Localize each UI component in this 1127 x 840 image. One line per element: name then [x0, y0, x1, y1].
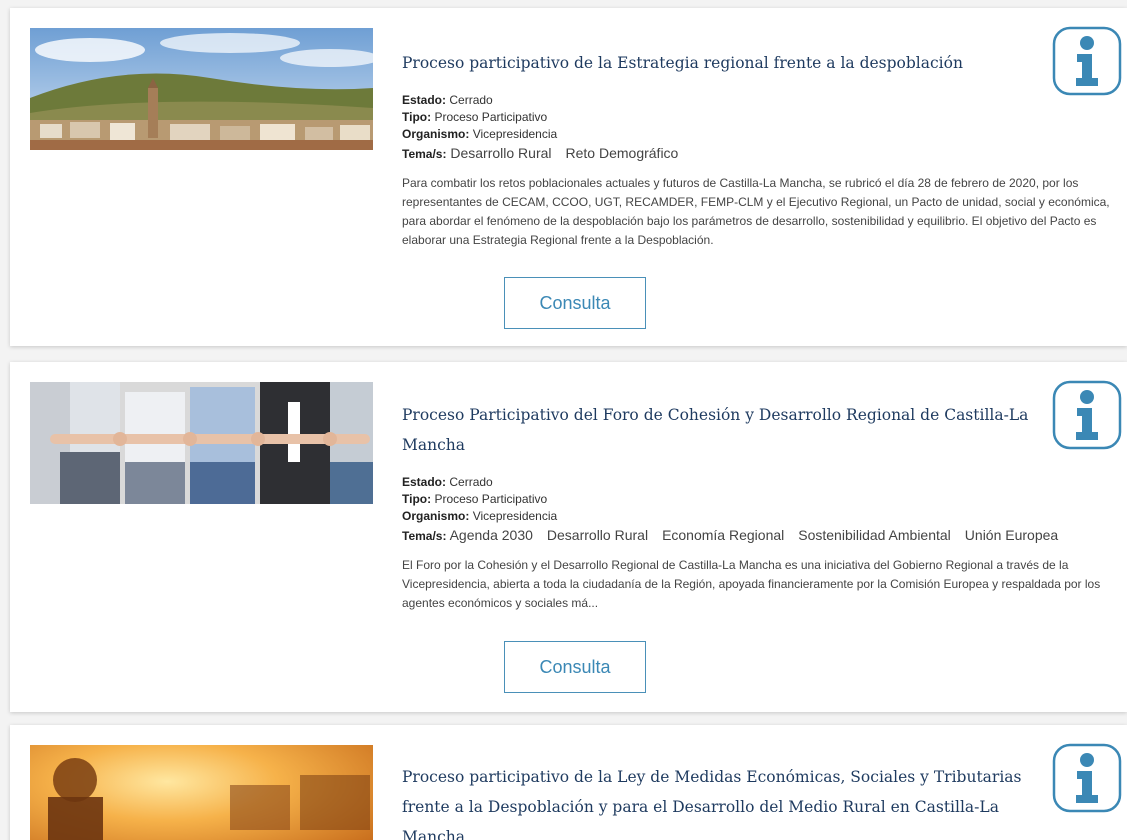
type-value: Proceso Participativo — [434, 110, 548, 124]
topics-row: Tema/s: Agenda 2030 Desarrollo Rural Econo… — [402, 527, 1059, 543]
topic-tag: Desarrollo Rural — [546, 527, 649, 543]
topic-tag: Agenda 2030 — [449, 527, 533, 543]
topics-row: Tema/s: Desarrollo Rural Reto Demográfico — [402, 145, 679, 161]
village-landscape-photo — [30, 28, 373, 150]
card-meta: Estado: Cerrado Tipo: Proceso Participat… — [402, 92, 1102, 164]
process-card: Proceso participativo de la Estrategia r… — [10, 8, 1127, 346]
organism-row: Organismo: Vicepresidencia — [402, 127, 558, 141]
people-holding-arms-photo — [30, 382, 373, 504]
card-content: Proceso participativo de la Ley de Medid… — [402, 725, 1102, 840]
process-card: Proceso Participativo del Foro de Cohesi… — [10, 362, 1127, 712]
card-content: Proceso participativo de la Estrategia r… — [402, 8, 1110, 250]
info-icon[interactable] — [1052, 380, 1122, 450]
card-image[interactable] — [30, 382, 373, 504]
card-content: Proceso Participativo del Foro de Cohesi… — [402, 362, 1102, 613]
sunset-rural-photo — [30, 745, 373, 840]
consulta-button[interactable]: Consulta — [504, 277, 646, 329]
page: Proceso participativo de la Estrategia r… — [0, 0, 1127, 840]
card-title[interactable]: Proceso participativo de la Estrategia r… — [402, 48, 1042, 78]
card-description: El Foro por la Cohesión y el Desarrollo … — [402, 558, 1101, 610]
topic-tag: Reto Demográfico — [565, 145, 679, 161]
card-title[interactable]: Proceso Participativo del Foro de Cohesi… — [402, 400, 1042, 460]
topic-tag: Sostenibilidad Ambiental — [798, 527, 951, 543]
card-meta: Estado: Cerrado Tipo: Proceso Participat… — [402, 474, 1102, 546]
topic-tag: Economía Regional — [662, 527, 785, 543]
type-value: Proceso Participativo — [434, 492, 548, 506]
type-row: Tipo: Proceso Participativo — [402, 492, 548, 506]
status-value: Cerrado — [449, 475, 493, 489]
topic-tag: Desarrollo Rural — [450, 145, 552, 161]
card-image[interactable] — [30, 28, 373, 150]
card-image[interactable] — [30, 745, 373, 840]
status-row: Estado: Cerrado — [402, 475, 493, 489]
topic-tag: Unión Europea — [964, 527, 1059, 543]
process-card: Proceso participativo de la Ley de Medid… — [10, 725, 1127, 840]
card-title[interactable]: Proceso participativo de la Ley de Medid… — [402, 762, 1042, 840]
organism-row: Organismo: Vicepresidencia — [402, 509, 558, 523]
type-row: Tipo: Proceso Participativo — [402, 110, 548, 124]
status-row: Estado: Cerrado — [402, 93, 493, 107]
info-icon[interactable] — [1052, 743, 1122, 813]
organism-value: Vicepresidencia — [472, 127, 558, 141]
organism-value: Vicepresidencia — [472, 509, 558, 523]
consulta-button[interactable]: Consulta — [504, 641, 646, 693]
status-value: Cerrado — [449, 93, 493, 107]
info-icon[interactable] — [1052, 26, 1122, 96]
card-description: Para combatir los retos poblacionales ac… — [402, 176, 1110, 247]
